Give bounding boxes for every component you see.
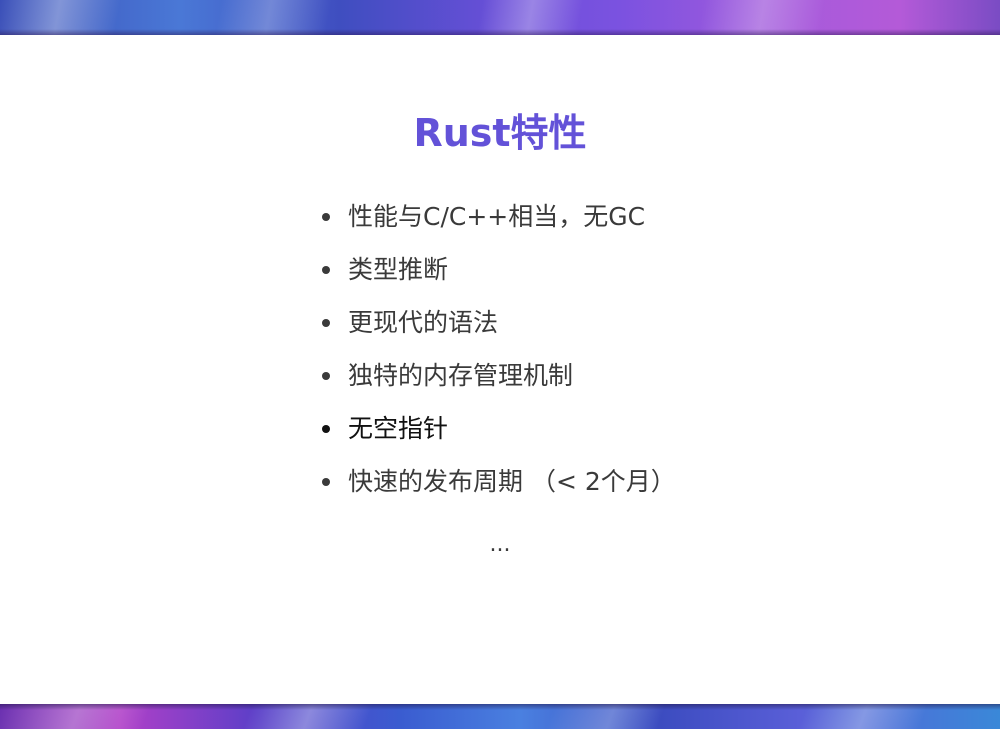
bullet-item: 性能与C/C++相当，无GC: [320, 190, 676, 243]
top-decorative-band: [0, 0, 1000, 35]
bullet-text: 快速的发布周期 （< 2个月）: [348, 467, 676, 496]
bullet-item: 快速的发布周期 （< 2个月）: [320, 455, 676, 508]
bullet-list: 性能与C/C++相当，无GC 类型推断 更现代的语法 独特的内存管理机制 无空指…: [320, 190, 676, 508]
slide-title: Rust特性: [413, 111, 587, 155]
bullet-text: 独特的内存管理机制: [348, 361, 574, 390]
slide: Rust特性 性能与C/C++相当，无GC 类型推断 更现代的语法 独特的内存管…: [0, 0, 1000, 729]
bottom-decorative-band: [0, 704, 1000, 729]
bullet-text: 性能与C/C++相当，无GC: [348, 202, 646, 231]
bullet-text: 更现代的语法: [348, 308, 499, 337]
continuation-ellipsis: ...: [489, 532, 511, 557]
bullet-text: 类型推断: [348, 255, 449, 284]
bullet-item: 类型推断: [320, 243, 676, 296]
bullet-dot-icon: [322, 319, 330, 327]
bullet-text: 无空指针: [348, 414, 449, 443]
bullet-item: 独特的内存管理机制: [320, 349, 676, 402]
bullet-item: 更现代的语法: [320, 296, 676, 349]
bullet-item: 无空指针: [320, 402, 676, 455]
bullet-dot-icon: [322, 425, 330, 433]
bullet-dot-icon: [322, 213, 330, 221]
bullet-dot-icon: [322, 372, 330, 380]
bullet-dot-icon: [322, 478, 330, 486]
bullet-dot-icon: [322, 266, 330, 274]
